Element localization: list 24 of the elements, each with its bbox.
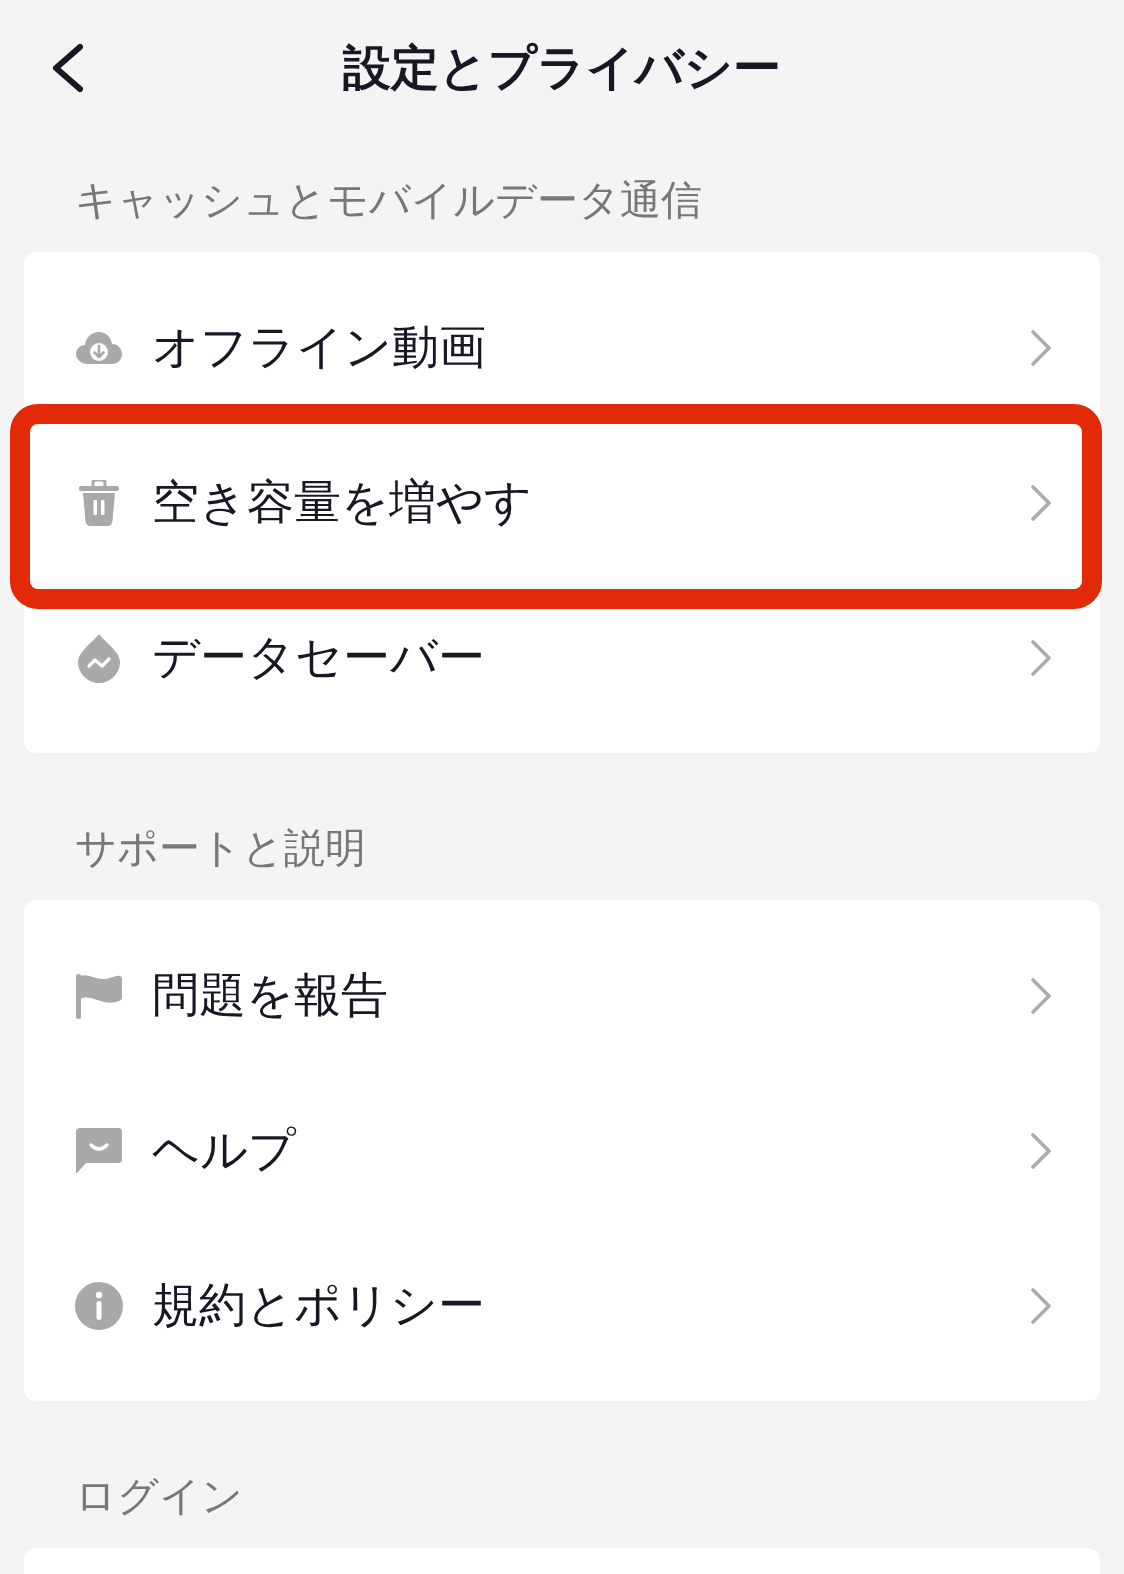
chevron-right-icon [1030, 1131, 1052, 1170]
chevron-right-icon [1030, 328, 1052, 367]
drop-icon [77, 632, 121, 683]
page-title: 設定とプライバシー [343, 38, 781, 97]
section-header: キャッシュとモバイルデータ通信 [75, 174, 702, 226]
menu-item[interactable]: 空き容量を増やす [24, 425, 1100, 580]
chat-bubble-icon [76, 1127, 122, 1174]
menu-item[interactable]: 規約とポリシー [24, 1228, 1100, 1383]
menu-item[interactable]: データセーバー [24, 580, 1100, 735]
info-icon [75, 1281, 123, 1330]
chevron-right-icon [1030, 1286, 1052, 1325]
chevron-right-icon [1030, 483, 1052, 522]
chevron-left-icon [50, 43, 84, 93]
flag-icon [76, 972, 122, 1019]
menu-item[interactable]: 問題を報告 [24, 918, 1100, 1073]
chevron-right-icon [1030, 638, 1052, 677]
chevron-right-icon [1030, 976, 1052, 1015]
section-header: サポートと説明 [75, 822, 366, 874]
cloud-download-icon [75, 330, 123, 365]
section-header: ログイン [75, 1470, 243, 1522]
menu-item[interactable]: オフライン動画 [24, 270, 1100, 425]
trash-icon [79, 479, 119, 526]
back-button[interactable] [50, 43, 84, 93]
menu-item[interactable]: ヘルプ [24, 1073, 1100, 1228]
